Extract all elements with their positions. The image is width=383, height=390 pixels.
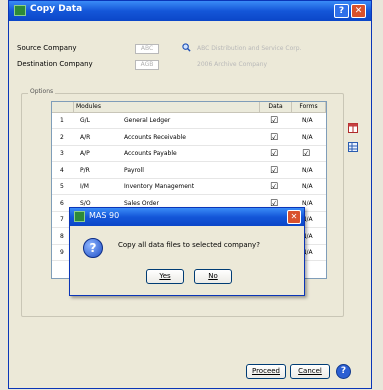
forms-cell[interactable]: ☑ — [302, 149, 310, 159]
modules-header: Modules — [74, 102, 260, 113]
module-code: S/O — [80, 199, 91, 207]
forms-cell: N/A — [302, 133, 313, 141]
row-number: 1 — [60, 117, 64, 124]
data-checkbox[interactable]: ☑ — [270, 182, 278, 192]
yes-label: Yes — [159, 272, 171, 280]
module-name: General Ledger — [124, 117, 171, 124]
module-code: G/L — [80, 117, 91, 124]
module-code: A/P — [80, 150, 90, 157]
row-number: 3 — [60, 150, 64, 157]
dialog-close-button[interactable]: ✕ — [287, 210, 301, 224]
row-number: 7 — [60, 216, 64, 223]
options-label: Options — [28, 88, 56, 95]
forms-cell: N/A — [302, 166, 313, 174]
module-code: A/R — [80, 133, 91, 141]
confirm-dialog: MAS 90 ✕ ? Copy all data files to select… — [69, 207, 305, 296]
data-checkbox[interactable]: ☑ — [270, 149, 278, 159]
data-checkbox[interactable]: ☑ — [270, 116, 278, 126]
table-row[interactable]: 1 G/L General Ledger ☑ N/A — [52, 113, 326, 129]
help-button[interactable]: ? — [336, 364, 351, 379]
module-name: Inventory Management — [124, 183, 195, 190]
row-number: 9 — [60, 249, 64, 256]
source-company-label: Source Company — [17, 44, 77, 52]
title-bar: Copy Data ? ✕ — [9, 1, 371, 21]
dialog-title-bar: MAS 90 ✕ — [70, 208, 304, 226]
lookup-icon[interactable] — [182, 43, 191, 52]
grid-layout-icon[interactable] — [348, 142, 358, 152]
help-title-button[interactable]: ? — [334, 4, 349, 18]
table-row[interactable]: 3 A/P Accounts Payable ☑ ☑ — [52, 146, 326, 162]
forms-cell: N/A — [302, 117, 313, 124]
data-checkbox[interactable]: ☑ — [270, 166, 278, 176]
window-title: Copy Data — [30, 4, 83, 14]
destination-company-name: 2006 Archive Company — [197, 61, 268, 68]
source-company-field[interactable]: ABC — [135, 44, 159, 54]
data-header: Data — [260, 102, 292, 113]
question-icon: ? — [83, 238, 103, 258]
no-button[interactable]: No — [194, 269, 232, 284]
table-row[interactable]: 5 I/M Inventory Management ☑ N/A — [52, 179, 326, 195]
source-company-name: ABC Distribution and Service Corp. — [197, 45, 302, 52]
row-number: 5 — [60, 183, 64, 190]
proceed-button[interactable]: Proceed — [246, 364, 286, 379]
row-number: 8 — [60, 232, 64, 240]
destination-company-label: Destination Company — [17, 60, 93, 68]
module-name: Payroll — [124, 166, 144, 174]
copy-data-window: Copy Data ? ✕ Source Company ABC ABC Dis… — [8, 0, 372, 389]
module-name: Accounts Receivable — [124, 133, 186, 141]
yes-button[interactable]: Yes — [146, 269, 184, 284]
grid-corner-header — [52, 102, 74, 113]
forms-header: Forms — [292, 102, 326, 113]
module-name: Sales Order — [124, 199, 159, 207]
print-grid-icon[interactable] — [348, 123, 358, 133]
destination-company-field[interactable]: AGB — [135, 60, 159, 70]
row-number: 6 — [60, 199, 64, 207]
row-number: 4 — [60, 166, 64, 174]
table-row[interactable]: 4 P/R Payroll ☑ N/A — [52, 163, 326, 179]
cancel-button[interactable]: Cancel — [290, 364, 330, 379]
table-row[interactable]: 2 A/R Accounts Receivable ☑ N/A — [52, 130, 326, 146]
no-label: No — [208, 272, 218, 280]
proceed-label: Proceed — [251, 367, 280, 375]
forms-cell: N/A — [302, 183, 313, 190]
data-checkbox[interactable]: ☑ — [270, 133, 278, 143]
forms-cell: N/A — [302, 199, 313, 207]
row-number: 2 — [60, 133, 64, 141]
close-button[interactable]: ✕ — [351, 4, 366, 18]
cancel-label: Cancel — [298, 367, 322, 375]
module-code: P/R — [80, 166, 90, 174]
module-code: I/M — [80, 183, 89, 190]
dialog-title: MAS 90 — [89, 211, 120, 220]
module-name: Accounts Payable — [124, 150, 177, 157]
app-icon — [14, 5, 26, 16]
dialog-app-icon — [74, 211, 85, 222]
dialog-message: Copy all data files to selected company? — [118, 241, 260, 249]
